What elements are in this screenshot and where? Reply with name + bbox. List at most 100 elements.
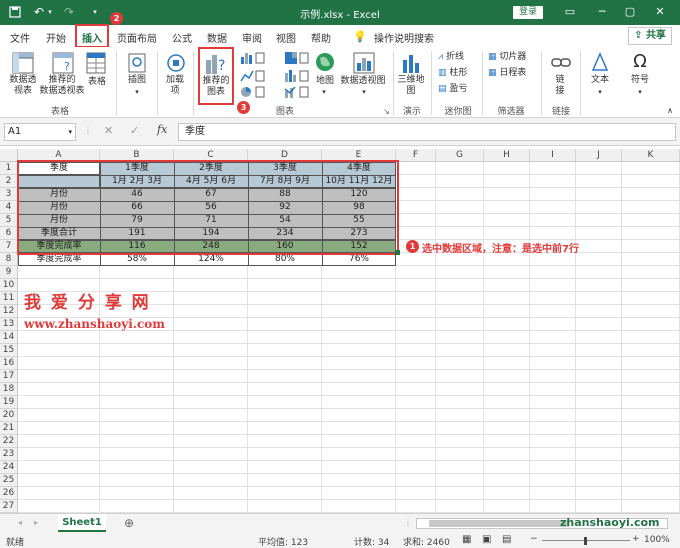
maps-label[interactable]: 地图 [311,76,339,87]
recommended-charts-label[interactable]: 推荐的 图表 [198,76,234,98]
insert-function-icon[interactable]: fx [157,123,167,136]
column-header[interactable]: B [100,149,174,162]
maps-icon[interactable] [315,52,335,75]
row-header[interactable]: 6 [0,227,18,240]
undo-dropdown-icon[interactable]: ▾ [46,4,54,20]
column-header[interactable]: H [484,149,530,162]
zoom-level[interactable]: 100% [644,535,670,545]
row-header[interactable]: 27 [0,500,18,513]
table-cell[interactable]: 67 [174,188,248,201]
pie-chart-icon[interactable] [240,85,266,102]
table-cell[interactable]: 季度完成率 [18,253,100,266]
row-header[interactable]: 16 [0,357,18,370]
page-break-view-icon[interactable]: ▤ [502,534,511,545]
table-cell[interactable]: 92 [248,201,322,214]
line-chart-icon[interactable] [240,69,266,86]
worksheet-grid[interactable]: ABCDEFGHIJK 1 2 3 4 5 6 7 8 9 10 11 12 13 14 15 16 17 18 1… [0,146,680,513]
tab-help[interactable]: 帮助 [311,30,331,45]
table-cell[interactable]: 160 [248,240,322,253]
row-header[interactable]: 17 [0,370,18,383]
table-cell[interactable]: 76% [322,253,396,266]
table-cell[interactable]: 54 [248,214,322,227]
table-cell[interactable]: 季度合计 [18,227,100,240]
zoom-out-icon[interactable]: − [530,534,538,544]
table-cell[interactable]: 124% [174,253,248,266]
scroll-right-sheets-icon[interactable]: ▸ [34,518,38,527]
sparkline-column-button[interactable]: ▥ 柱形 [438,68,478,79]
horizontal-scroll-thumb[interactable] [429,520,569,527]
fill-handle[interactable] [395,250,400,255]
tell-me-search[interactable]: 操作说明搜索 [374,30,434,45]
omega-icon[interactable]: Ω [628,52,652,72]
table-cell[interactable]: 234 [248,227,322,240]
column-header[interactable]: K [622,149,680,162]
table-cell[interactable]: 7月 8月 9月 [248,175,322,188]
illustrations-label[interactable]: 插图 [124,75,150,86]
zoom-slider-thumb[interactable] [584,537,587,545]
sparkline-winloss-button[interactable]: ▤ 盈亏 [438,84,478,95]
ribbon-display-icon[interactable]: ▭ [560,4,580,20]
row-header[interactable]: 7 [0,240,18,253]
table-cell[interactable]: 4季度 [322,162,396,175]
column-header[interactable]: D [248,149,322,162]
sheet-tab-sheet1[interactable]: Sheet1 [58,514,106,532]
tab-formulas[interactable]: 公式 [172,30,192,45]
formula-input[interactable]: 季度 [178,123,676,141]
collapse-ribbon-icon[interactable]: ∧ [664,105,676,116]
table-cell[interactable]: 月份 [18,201,100,214]
charts-dialog-launcher-icon[interactable]: ↘ [383,107,390,116]
row-header[interactable]: 12 [0,305,18,318]
row-header[interactable]: 23 [0,448,18,461]
add-sheet-icon[interactable]: ⊕ [124,516,134,530]
column-header[interactable]: G [436,149,484,162]
undo-icon[interactable]: ↶ [32,4,46,20]
text-dropdown-icon[interactable]: ▾ [594,87,606,98]
slicer-button[interactable]: ▦ 切片器 [488,52,538,63]
table-cell[interactable]: 46 [100,188,174,201]
name-box[interactable]: A1 ▾ [4,123,76,141]
zoom-in-icon[interactable]: + [632,534,640,544]
maps-dropdown-icon[interactable]: ▾ [318,87,330,98]
name-box-dropdown-icon[interactable]: ▾ [68,124,72,140]
redo-icon[interactable]: ↷ [62,4,76,20]
table-cell[interactable]: 月份 [18,214,100,227]
sheetbar-splitter-icon[interactable]: ⋮ [404,518,412,527]
table-cell[interactable]: 248 [174,240,248,253]
table-cell[interactable]: 120 [322,188,396,201]
row-header[interactable]: 1 [0,162,18,175]
table-cell[interactable]: 71 [174,214,248,227]
recommended-pivot-label[interactable]: 推荐的 数据透视表 [38,75,86,97]
column-chart-icon[interactable] [240,51,266,68]
row-header[interactable]: 22 [0,435,18,448]
3d-map-label[interactable]: 三维地 图 [396,75,426,97]
table-cell[interactable]: 79 [100,214,174,227]
login-button[interactable]: 登录 [513,6,543,19]
table-cell[interactable]: 55 [322,214,396,227]
table-label[interactable]: 表格 [84,77,110,88]
table-cell[interactable]: 191 [100,227,174,240]
row-header[interactable]: 9 [0,266,18,279]
restore-button[interactable]: ▢ [620,4,640,20]
link-label[interactable]: 链 接 [550,75,570,97]
table-icon[interactable] [86,52,106,77]
row-header[interactable]: 11 [0,292,18,305]
pivot-table-icon[interactable] [12,52,34,77]
pivot-chart-dropdown-icon[interactable]: ▾ [358,87,370,98]
3d-map-icon[interactable] [401,52,421,77]
normal-view-icon[interactable]: ▦ [462,534,471,545]
row-header[interactable]: 21 [0,422,18,435]
text-icon[interactable] [590,52,610,75]
tab-file[interactable]: 文件 [10,30,30,45]
table-cell[interactable]: 66 [100,201,174,214]
table-cell[interactable]: 98 [322,201,396,214]
minimize-button[interactable]: ─ [592,4,612,20]
hierarchy-chart-icon[interactable] [284,51,310,68]
table-cell[interactable]: 2季度 [174,162,248,175]
row-header[interactable]: 8 [0,253,18,266]
recommended-pivot-icon[interactable]: ? [52,52,74,77]
page-layout-view-icon[interactable]: ▣ [482,534,491,545]
customize-toolbar-icon[interactable]: ▾ [90,4,100,20]
row-header[interactable]: 19 [0,396,18,409]
table-cell[interactable]: 152 [322,240,396,253]
table-cell[interactable] [18,175,100,188]
